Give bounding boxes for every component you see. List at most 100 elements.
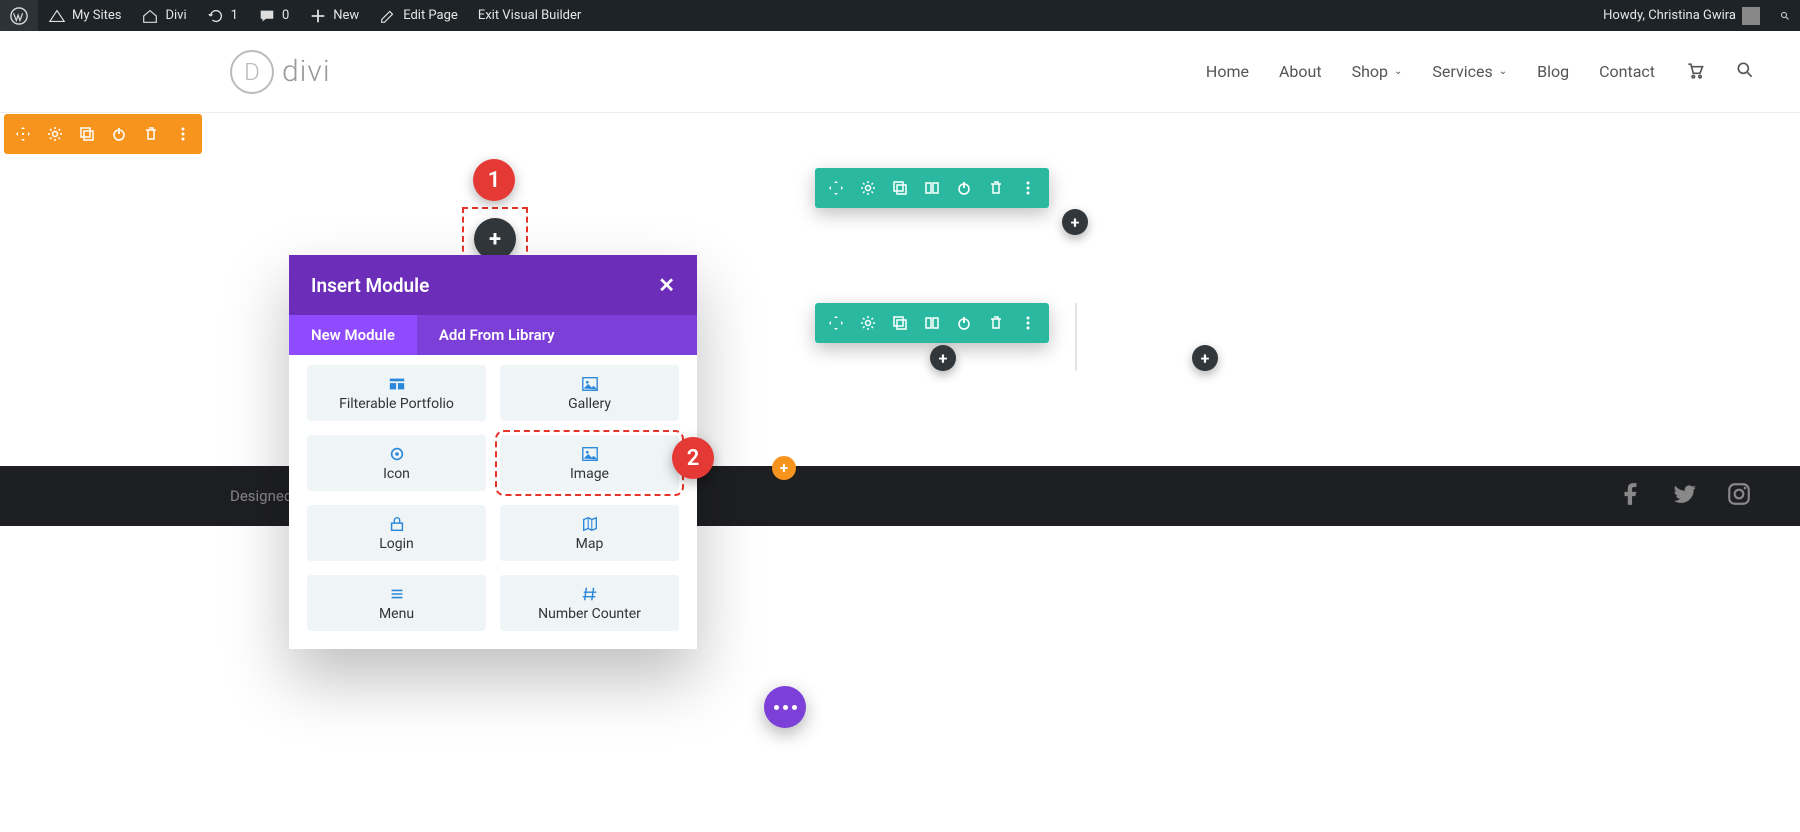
nav-blog[interactable]: Blog <box>1537 62 1569 81</box>
pencil-icon <box>379 7 397 25</box>
site-name-label: Divi <box>165 8 186 23</box>
nav-contact[interactable]: Contact <box>1599 62 1655 81</box>
cart-button[interactable] <box>1685 60 1705 84</box>
facebook-icon <box>1618 481 1644 507</box>
plus-icon <box>309 7 327 25</box>
facebook-link[interactable] <box>1618 481 1644 511</box>
row-toolbar-1 <box>815 168 1049 208</box>
more-icon[interactable] <box>1019 180 1037 196</box>
main-nav: Home About Shop⌄ Services⌄ Blog Contact <box>1206 60 1755 84</box>
trash-icon[interactable] <box>987 180 1005 196</box>
gear-icon[interactable] <box>859 180 877 196</box>
twitter-link[interactable] <box>1672 481 1698 511</box>
nav-home[interactable]: Home <box>1206 62 1249 81</box>
module-number-counter[interactable]: Number Counter <box>500 575 679 631</box>
updates-link[interactable]: 1 <box>197 0 248 31</box>
duplicate-icon[interactable] <box>78 126 96 142</box>
add-module-button-row2-col2[interactable]: + <box>1192 345 1218 371</box>
new-link[interactable]: New <box>299 0 369 31</box>
module-menu[interactable]: Menu <box>307 575 486 631</box>
lock-icon <box>388 515 406 533</box>
more-icon[interactable] <box>1019 315 1037 331</box>
chevron-down-icon: ⌄ <box>1394 66 1402 77</box>
tab-add-from-library[interactable]: Add From Library <box>417 315 577 355</box>
comment-icon <box>258 7 276 25</box>
duplicate-icon[interactable] <box>891 180 909 196</box>
account-link[interactable]: Howdy, Christina Gwira <box>1593 0 1770 31</box>
modal-tabs: New Module Add From Library <box>289 315 697 355</box>
site-logo[interactable]: D divi <box>230 50 331 94</box>
instagram-icon <box>1726 481 1752 507</box>
insert-module-modal: Insert Module ✕ New Module Add From Libr… <box>289 255 697 649</box>
edit-page-label: Edit Page <box>403 8 458 23</box>
gear-icon[interactable] <box>859 315 877 331</box>
comments-link[interactable]: 0 <box>248 0 299 31</box>
hash-icon <box>581 585 599 603</box>
column-separator <box>1075 303 1077 371</box>
my-sites-label: My Sites <box>72 8 121 23</box>
site-name-link[interactable]: Divi <box>131 0 196 31</box>
modal-body: Filterable Portfolio Gallery Icon Image … <box>289 355 697 649</box>
tab-new-module[interactable]: New Module <box>289 315 417 355</box>
nav-about[interactable]: About <box>1279 62 1322 81</box>
move-icon[interactable] <box>827 315 845 331</box>
module-icon[interactable]: Icon <box>307 435 486 491</box>
exit-vb-label: Exit Visual Builder <box>478 8 581 23</box>
sites-icon <box>48 7 66 25</box>
modal-header: Insert Module ✕ <box>289 255 697 315</box>
more-icon[interactable] <box>174 126 192 142</box>
trash-icon[interactable] <box>142 126 160 142</box>
site-footer: Designed <box>0 466 1800 526</box>
modal-close-button[interactable]: ✕ <box>658 273 675 297</box>
search-icon <box>1780 7 1790 25</box>
updates-count: 1 <box>231 8 238 23</box>
module-image[interactable]: Image <box>500 435 679 491</box>
target-icon <box>388 445 406 463</box>
logo-mark: D <box>230 50 274 94</box>
module-map[interactable]: Map <box>500 505 679 561</box>
row-toolbar-2 <box>815 303 1049 343</box>
exit-visual-builder-link[interactable]: Exit Visual Builder <box>468 0 591 31</box>
move-icon[interactable] <box>14 126 32 142</box>
gear-icon[interactable] <box>46 126 64 142</box>
edit-page-link[interactable]: Edit Page <box>369 0 468 31</box>
site-header: D divi Home About Shop⌄ Services⌄ Blog C… <box>0 31 1800 113</box>
wp-logo[interactable] <box>0 0 38 31</box>
twitter-icon <box>1672 481 1698 507</box>
search-icon <box>1735 60 1755 80</box>
nav-services[interactable]: Services⌄ <box>1432 62 1507 81</box>
columns-icon[interactable] <box>923 180 941 196</box>
move-icon[interactable] <box>827 180 845 196</box>
annotation-badge-1: 1 <box>473 159 515 201</box>
add-section-button[interactable]: + <box>772 456 796 480</box>
modal-title: Insert Module <box>311 274 429 297</box>
my-sites-link[interactable]: My Sites <box>38 0 131 31</box>
search-button[interactable] <box>1735 60 1755 84</box>
cart-icon <box>1685 60 1705 80</box>
module-gallery[interactable]: Gallery <box>500 365 679 421</box>
avatar <box>1742 7 1760 25</box>
new-label: New <box>333 8 359 23</box>
add-module-button-col1[interactable]: + <box>474 218 516 260</box>
trash-icon[interactable] <box>987 315 1005 331</box>
instagram-link[interactable] <box>1726 481 1752 511</box>
annotation-badge-2: 2 <box>672 437 714 479</box>
builder-settings-fab[interactable] <box>764 686 806 728</box>
wp-admin-bar: My Sites Divi 1 0 New Edit Page Exit Vis… <box>0 0 1800 31</box>
admin-search-button[interactable] <box>1770 0 1800 31</box>
add-module-button-row2-col1[interactable]: + <box>930 345 956 371</box>
power-icon[interactable] <box>955 180 973 196</box>
columns-icon[interactable] <box>923 315 941 331</box>
refresh-icon <box>207 7 225 25</box>
nav-shop[interactable]: Shop⌄ <box>1352 62 1403 81</box>
module-filterable-portfolio[interactable]: Filterable Portfolio <box>307 365 486 421</box>
chevron-down-icon: ⌄ <box>1499 66 1507 77</box>
power-icon[interactable] <box>955 315 973 331</box>
module-login[interactable]: Login <box>307 505 486 561</box>
add-module-button-col2[interactable]: + <box>1062 209 1088 235</box>
image-icon <box>581 375 599 393</box>
power-icon[interactable] <box>110 126 128 142</box>
menu-icon <box>388 585 406 603</box>
duplicate-icon[interactable] <box>891 315 909 331</box>
section-toolbar <box>4 114 202 154</box>
